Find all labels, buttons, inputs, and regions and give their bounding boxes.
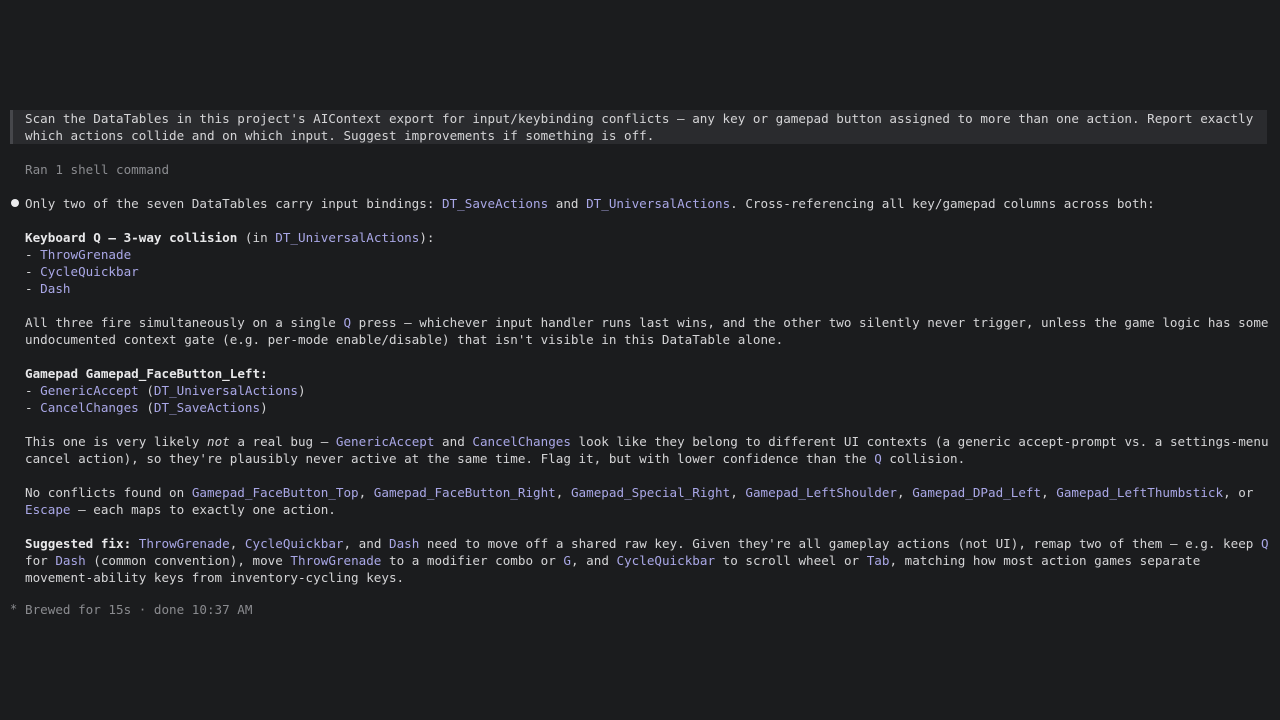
- list-item: - GenericAccept (DT_UniversalActions): [25, 383, 306, 398]
- suggested-fix-line-1: Suggested fix: ThrowGrenade, CycleQuickb…: [25, 536, 1269, 551]
- gamepad-note-line-2: cancel action), so they're plausibly nev…: [25, 451, 966, 466]
- keyboard-collision-heading: Keyboard Q — 3-way collision (in DT_Univ…: [25, 230, 435, 245]
- keyboard-note-line-1: All three fire simultaneously on a singl…: [25, 315, 1269, 330]
- user-prompt-line-2: which actions collide and on which input…: [25, 128, 655, 143]
- gamepad-collision-heading: Gamepad Gamepad_FaceButton_Left:: [25, 366, 268, 381]
- keyboard-note-line-2: undocumented context gate (e.g. per-mode…: [25, 332, 784, 347]
- gamepad-note-line-1: This one is very likely not a real bug —…: [25, 434, 1269, 449]
- status-line: Brewed for 15s · done 10:37 AM: [25, 602, 253, 617]
- assistant-bullet-icon: [11, 199, 19, 207]
- no-conflicts-line-2: Escape — each maps to exactly one action…: [25, 502, 336, 517]
- asterisk-icon: *: [10, 602, 18, 616]
- suggested-fix-line-2: for Dash (common convention), move Throw…: [25, 553, 1201, 568]
- list-item: - ThrowGrenade: [25, 247, 132, 262]
- user-prompt-line-1: Scan the DataTables in this project's AI…: [25, 111, 1254, 126]
- no-conflicts-line-1: No conflicts found on Gamepad_FaceButton…: [25, 485, 1254, 500]
- list-item: - Dash: [25, 281, 71, 296]
- suggested-fix-line-3: movement-ability keys from inventory-cyc…: [25, 570, 405, 585]
- tool-run-summary[interactable]: Ran 1 shell command: [25, 161, 169, 178]
- terminal-window: Scan the DataTables in this project's AI…: [0, 0, 1280, 720]
- list-item: - CancelChanges (DT_SaveActions): [25, 400, 268, 415]
- list-item: - CycleQuickbar: [25, 264, 139, 279]
- response-intro: Only two of the seven DataTables carry i…: [25, 196, 1155, 211]
